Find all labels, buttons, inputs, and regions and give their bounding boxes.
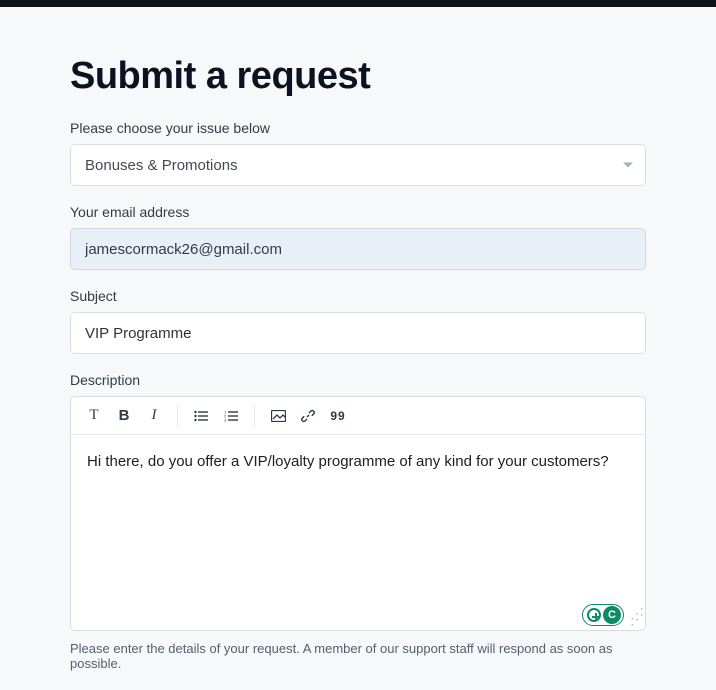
top-bar xyxy=(0,0,716,7)
paragraph-button[interactable]: T xyxy=(79,401,109,431)
description-label: Description xyxy=(70,372,646,388)
toolbar-separator xyxy=(254,405,255,427)
link-icon xyxy=(301,409,315,423)
link-button[interactable] xyxy=(293,401,323,431)
italic-icon: I xyxy=(152,407,157,424)
issue-label: Please choose your issue below xyxy=(70,120,646,136)
numbered-list-icon: 123 xyxy=(224,410,238,422)
image-button[interactable] xyxy=(263,401,293,431)
toolbar-separator xyxy=(177,405,178,427)
issue-select[interactable]: Bonuses & Promotions xyxy=(70,144,646,186)
email-field[interactable] xyxy=(70,228,646,270)
email-label: Your email address xyxy=(70,204,646,220)
plus-icon xyxy=(587,608,601,622)
quote-icon: 99 xyxy=(330,409,345,423)
editor-corner: C ⋰⋰ xyxy=(582,604,641,626)
paragraph-icon: T xyxy=(89,407,98,424)
page-title: Submit a request xyxy=(70,55,646,98)
image-icon xyxy=(271,410,286,422)
chevron-down-icon xyxy=(623,163,633,168)
description-textarea[interactable]: Hi there, do you offer a VIP/loyalty pro… xyxy=(71,435,645,630)
helper-widget[interactable]: C xyxy=(582,604,624,626)
resize-handle-icon[interactable]: ⋰⋰ xyxy=(630,610,641,622)
italic-button[interactable]: I xyxy=(139,401,169,431)
form-container: Submit a request Please choose your issu… xyxy=(0,7,716,671)
subject-label: Subject xyxy=(70,288,646,304)
subject-field[interactable] xyxy=(70,312,646,354)
bold-button[interactable]: B xyxy=(109,401,139,431)
description-editor: T B I 123 99 Hi there, do you offer a VI… xyxy=(70,396,646,631)
bullet-list-icon xyxy=(194,410,208,422)
numbered-list-button[interactable]: 123 xyxy=(216,401,246,431)
quote-button[interactable]: 99 xyxy=(323,401,353,431)
grammarly-icon: C xyxy=(603,606,621,624)
issue-selected-value: Bonuses & Promotions xyxy=(85,157,238,174)
svg-text:3: 3 xyxy=(224,417,227,422)
description-helper: Please enter the details of your request… xyxy=(70,641,646,671)
bullet-list-button[interactable] xyxy=(186,401,216,431)
bold-icon: B xyxy=(119,407,130,424)
editor-toolbar: T B I 123 99 xyxy=(71,397,645,435)
